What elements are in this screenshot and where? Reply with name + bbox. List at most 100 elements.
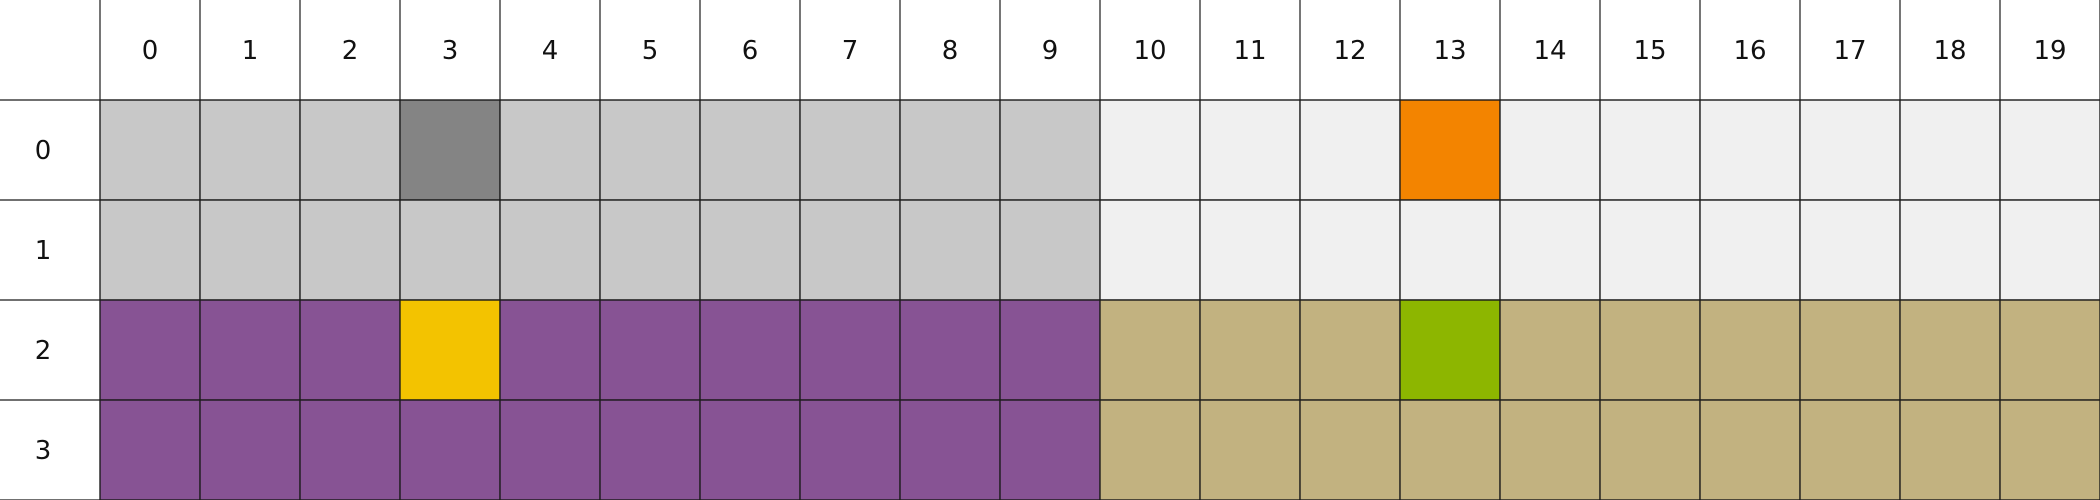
column-header-16: 16 [1733,36,1766,66]
grid-cell-r0-c11 [1199,99,1301,201]
grid-cell-r3-c15 [1599,399,1701,500]
grid-cell-r2-c17 [1799,299,1901,401]
column-header-11: 11 [1233,36,1266,66]
grid-cell-r3-c18 [1899,399,2001,500]
column-header-13: 13 [1433,36,1466,66]
grid-cell-r0-c5 [599,99,701,201]
grid-cell-r2-c11 [1199,299,1301,401]
grid-cell-r2-c8 [899,299,1001,401]
grid-cell-r1-c13 [1399,199,1501,301]
grid-cell-r3-c9 [999,399,1101,500]
grid-cell-r0-c1 [199,99,301,201]
column-header-3: 3 [442,36,459,66]
column-header-18: 18 [1933,36,1966,66]
grid-cell-r0-c7 [799,99,901,201]
grid-cell-r2-c10 [1099,299,1201,401]
row-header-0: 0 [35,136,52,166]
column-header-0: 0 [142,36,159,66]
grid-cell-r3-c7 [799,399,901,500]
grid-cell-r3-c10 [1099,399,1201,500]
grid-cell-r1-c5 [599,199,701,301]
grid-cell-r2-c9 [999,299,1101,401]
grid-cell-r2-c19 [1999,299,2100,401]
grid-cell-r0-c6 [699,99,801,201]
grid-cell-r0-c19 [1999,99,2100,201]
column-header-9: 9 [1042,36,1059,66]
column-header-5: 5 [642,36,659,66]
grid-cell-r3-c0 [99,399,201,500]
grid-cell-r3-c11 [1199,399,1301,500]
grid-cell-r0-c10 [1099,99,1201,201]
grid-cell-r3-c13 [1399,399,1501,500]
grid-cell-r0-c15 [1599,99,1701,201]
grid-cell-r2-c16 [1699,299,1801,401]
grid-cell-r1-c9 [999,199,1101,301]
grid-cell-r3-c2 [299,399,401,500]
grid-cell-r2-c15 [1599,299,1701,401]
grid-cell-r1-c8 [899,199,1001,301]
grid-cell-r2-c5 [599,299,701,401]
grid-cell-r3-c17 [1799,399,1901,500]
column-header-14: 14 [1533,36,1566,66]
grid-cell-r3-c1 [199,399,301,500]
grid-cell-r3-c12 [1299,399,1401,500]
grid-cell-r3-c14 [1499,399,1601,500]
grid-cell-r1-c10 [1099,199,1201,301]
grid-cell-r1-c19 [1999,199,2100,301]
grid-cell-r0-c9 [999,99,1101,201]
grid-cell-r0-c14 [1499,99,1601,201]
grid-cell-r1-c17 [1799,199,1901,301]
grid-cell-r3-c19 [1999,399,2100,500]
column-header-4: 4 [542,36,559,66]
grid-cell-r0-c16 [1699,99,1801,201]
grid-cell-r0-c12 [1299,99,1401,201]
row-header-2: 2 [35,336,52,366]
column-header-10: 10 [1133,36,1166,66]
grid-cell-r1-c6 [699,199,801,301]
grid-cell-r1-c4 [499,199,601,301]
grid-cell-r1-c14 [1499,199,1601,301]
grid-cell-r1-c11 [1199,199,1301,301]
row-headers: 0 1 2 3 [35,136,52,466]
column-header-17: 17 [1833,36,1866,66]
grid-cell-r1-c16 [1699,199,1801,301]
grid-cell-r2-c3 [399,299,501,401]
grid-cell-r0-c8 [899,99,1001,201]
grid-cell-r2-c0 [99,299,201,401]
grid-cell-r2-c14 [1499,299,1601,401]
column-header-7: 7 [842,36,859,66]
grid-cell-r2-c12 [1299,299,1401,401]
grid-cell-r1-c7 [799,199,901,301]
grid-cell-r0-c17 [1799,99,1901,201]
column-header-6: 6 [742,36,759,66]
grid-cell-r0-c18 [1899,99,2001,201]
grid-cell-r3-c16 [1699,399,1801,500]
row-header-1: 1 [35,236,52,266]
column-header-8: 8 [942,36,959,66]
grid-diagram: 0 1 2 3 4 5 6 7 8 9 10 11 12 13 14 15 16 17 18 19 0123 [0,0,2100,500]
grid-cell-r3-c4 [499,399,601,500]
grid-cell-r1-c3 [399,199,501,301]
grid-svg: 0 1 2 3 4 5 6 7 8 9 10 11 12 13 14 15 16 17 18 19 0123 [0,0,2100,500]
grid-cell-r0-c2 [299,99,401,201]
grid-cell-r1-c12 [1299,199,1401,301]
grid-cell-r0-c4 [499,99,601,201]
column-header-19: 19 [2033,36,2066,66]
grid-cell-r2-c7 [799,299,901,401]
column-header-15: 15 [1633,36,1666,66]
grid-cell-r3-c8 [899,399,1001,500]
column-header-2: 2 [342,36,359,66]
grid-cell-r2-c13 [1399,299,1501,401]
grid-cell-r2-c6 [699,299,801,401]
grid-cell-r2-c18 [1899,299,2001,401]
grid-cell-r3-c6 [699,399,801,500]
column-headers: 0 1 2 3 4 5 6 7 8 9 10 11 12 13 14 15 16 17 18 19 [142,36,2067,66]
column-header-12: 12 [1333,36,1366,66]
grid-cell-r0-c0 [99,99,201,201]
column-header-1: 1 [242,36,259,66]
grid-cell-r1-c18 [1899,199,2001,301]
grid-cell-r1-c0 [99,199,201,301]
grid-cell-r2-c1 [199,299,301,401]
row-header-3: 3 [35,436,52,466]
grid-cell-r1-c2 [299,199,401,301]
